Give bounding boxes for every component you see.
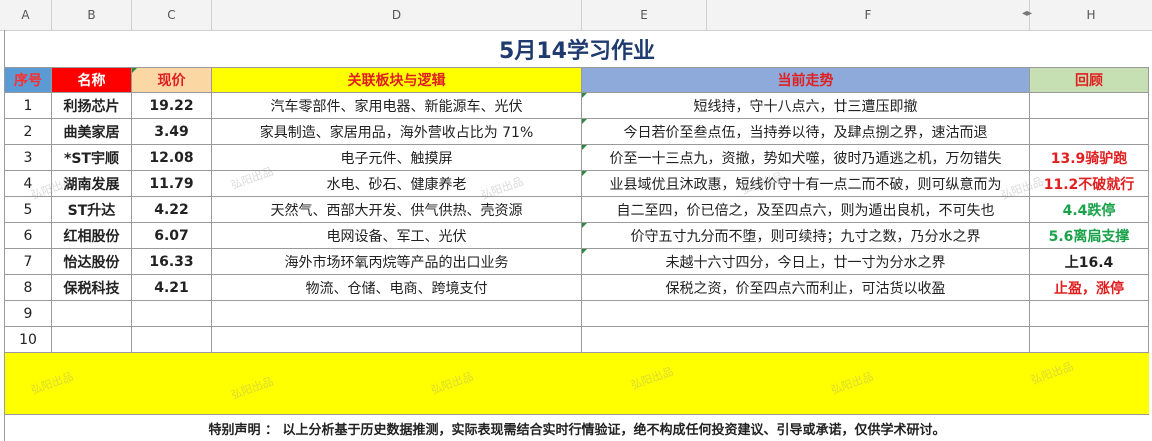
cell-comment-marker-icon[interactable] <box>582 171 587 176</box>
cell-review[interactable] <box>1030 301 1149 327</box>
spreadsheet: A B C D E F H ◂▸ 5月14学习作业 序号 名称 现价 关联板块与… <box>0 0 1152 441</box>
cell-trend[interactable] <box>582 327 1030 353</box>
column-header-f[interactable]: F <box>707 0 1030 30</box>
cell-seq[interactable]: 3 <box>5 145 52 171</box>
cell-price[interactable]: 11.79 <box>132 171 212 197</box>
cell-trend[interactable]: 保税之资，价至四点六而利止，可沽货以收盈 <box>582 275 1030 301</box>
header-name[interactable]: 名称 <box>52 68 132 93</box>
cell-seq[interactable]: 7 <box>5 249 52 275</box>
column-header-a[interactable]: A <box>0 0 52 30</box>
column-header-h[interactable]: H <box>1030 0 1152 30</box>
cell-trend[interactable]: 未越十六寸四分，今日上，廿一寸为分水之界 <box>582 249 1030 275</box>
cell-sector[interactable] <box>212 301 582 327</box>
column-header-bar: A B C D E F H ◂▸ <box>0 0 1152 31</box>
cell-review[interactable]: 4.4跌停 <box>1030 197 1149 223</box>
cell-seq[interactable]: 6 <box>5 223 52 249</box>
cell-comment-marker-icon[interactable] <box>132 68 137 73</box>
cell-price[interactable]: 12.08 <box>132 145 212 171</box>
header-sector[interactable]: 关联板块与逻辑 <box>212 68 582 93</box>
column-resize-handle-icon[interactable]: ◂▸ <box>1022 8 1032 19</box>
cell-review[interactable]: 止盈，涨停 <box>1030 275 1149 301</box>
header-review[interactable]: 回顾 <box>1030 68 1149 93</box>
cell-trend[interactable]: 短线持，守十八点六，廿三遭压即撤 <box>582 93 1030 119</box>
cell-comment-marker-icon[interactable] <box>582 145 587 150</box>
cell-seq[interactable]: 2 <box>5 119 52 145</box>
cell-price[interactable]: 6.07 <box>132 223 212 249</box>
header-trend[interactable]: 当前走势 <box>582 68 1030 93</box>
cell-review[interactable] <box>1030 327 1149 353</box>
yellow-highlight-band[interactable] <box>5 353 1149 415</box>
header-price[interactable]: 现价 <box>132 68 212 93</box>
cell-price[interactable]: 3.49 <box>132 119 212 145</box>
cell-name[interactable] <box>52 327 132 353</box>
cell-seq[interactable]: 1 <box>5 93 52 119</box>
cell-review[interactable]: 11.2不破就行 <box>1030 171 1149 197</box>
cell-comment-marker-icon[interactable] <box>582 119 587 124</box>
cell-review[interactable]: 13.9骑驴跑 <box>1030 145 1149 171</box>
cell-price[interactable]: 19.22 <box>132 93 212 119</box>
cell-review[interactable] <box>1030 119 1149 145</box>
cell-comment-marker-icon[interactable] <box>582 249 587 254</box>
cell-name[interactable]: *ST宇顺 <box>52 145 132 171</box>
cell-sector[interactable]: 汽车零部件、家用电器、新能源车、光伏 <box>212 93 582 119</box>
sheet-title[interactable]: 5月14学习作业 <box>5 30 1149 68</box>
cell-price[interactable]: 4.22 <box>132 197 212 223</box>
cell-trend[interactable]: 价至一十三点九，资撤，势如犬噬，彼时乃遁逃之机，万勿错失 <box>582 145 1030 171</box>
cell-price[interactable]: 16.33 <box>132 249 212 275</box>
cell-trend[interactable]: 今日若价至叁点伍，当持券以待，及肆点捌之界，速沽而退 <box>582 119 1030 145</box>
cell-comment-marker-icon[interactable] <box>582 93 587 98</box>
disclaimer-footer[interactable]: 特别声明 ： 以上分析基于历史数据推测，实际表现需结合实时行情验证，绝不构成任何… <box>5 415 1149 441</box>
cell-review[interactable]: 5.6离扃支撑 <box>1030 223 1149 249</box>
cell-seq[interactable]: 8 <box>5 275 52 301</box>
cell-sector[interactable]: 海外市场环氧丙烷等产品的出口业务 <box>212 249 582 275</box>
cell-review[interactable]: 上16.4 <box>1030 249 1149 275</box>
cell-sector[interactable]: 天然气、西部大开发、供气供热、壳资源 <box>212 197 582 223</box>
cell-trend[interactable] <box>582 301 1030 327</box>
cell-sector[interactable]: 家具制造、家居用品，海外营收占比为 71% <box>212 119 582 145</box>
cell-name[interactable]: 红相股份 <box>52 223 132 249</box>
cell-comment-marker-icon[interactable] <box>582 223 587 228</box>
cell-trend[interactable]: 业县域优且沐政惠，短线价守十有一点二而不破，则可纵意而为 <box>582 171 1030 197</box>
cell-trend[interactable]: 价守五寸九分而不堕，则可续持；九寸之数，乃分水之界 <box>582 223 1030 249</box>
column-header-b[interactable]: B <box>52 0 132 30</box>
cell-name[interactable]: 利扬芯片 <box>52 93 132 119</box>
cell-sector[interactable] <box>212 327 582 353</box>
cell-name[interactable]: 曲美家居 <box>52 119 132 145</box>
cell-name[interactable] <box>52 301 132 327</box>
header-seq[interactable]: 序号 <box>5 68 52 93</box>
column-header-c[interactable]: C <box>132 0 212 30</box>
cell-price[interactable]: 4.21 <box>132 275 212 301</box>
cell-name[interactable]: ST升达 <box>52 197 132 223</box>
cell-trend[interactable]: 自二至四，价已倍之，及至四点六，则为遁出良机，不可失也 <box>582 197 1030 223</box>
cell-sector[interactable]: 电网设备、军工、光伏 <box>212 223 582 249</box>
cell-seq[interactable]: 5 <box>5 197 52 223</box>
cell-name[interactable]: 保税科技 <box>52 275 132 301</box>
cell-seq[interactable]: 10 <box>5 327 52 353</box>
cell-review[interactable] <box>1030 93 1149 119</box>
cell-price[interactable] <box>132 327 212 353</box>
cell-seq[interactable]: 9 <box>5 301 52 327</box>
column-header-e[interactable]: E <box>582 0 707 30</box>
cell-price[interactable] <box>132 301 212 327</box>
cell-name[interactable]: 怡达股份 <box>52 249 132 275</box>
cell-sector[interactable]: 物流、仓储、电商、跨境支付 <box>212 275 582 301</box>
column-header-d[interactable]: D <box>212 0 582 30</box>
